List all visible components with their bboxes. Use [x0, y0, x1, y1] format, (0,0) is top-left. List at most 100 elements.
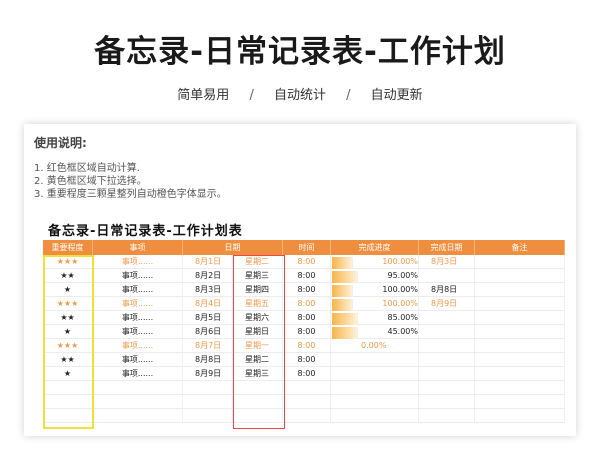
- progress-cell[interactable]: [331, 353, 419, 366]
- progress-cell[interactable]: 85.00%: [331, 311, 419, 325]
- time-cell[interactable]: 8:00: [283, 311, 331, 324]
- weekday-cell[interactable]: [233, 409, 283, 422]
- item-cell[interactable]: 事项......: [93, 325, 183, 338]
- done-date-cell[interactable]: 8月8日: [419, 283, 475, 296]
- done-date-cell[interactable]: [419, 367, 475, 380]
- note-cell[interactable]: [475, 367, 565, 380]
- note-cell[interactable]: [475, 353, 565, 366]
- item-cell[interactable]: 事项......: [93, 367, 183, 380]
- progress-cell[interactable]: 100.00%: [331, 255, 419, 269]
- weekday-cell[interactable]: [233, 381, 283, 394]
- done-date-cell[interactable]: [419, 269, 475, 282]
- time-cell[interactable]: 8:00: [283, 255, 331, 268]
- date-cell[interactable]: [183, 409, 233, 422]
- done-date-cell[interactable]: [419, 395, 475, 408]
- importance-cell[interactable]: ★: [43, 367, 93, 380]
- progress-cell[interactable]: [331, 409, 419, 422]
- time-cell[interactable]: [283, 381, 331, 394]
- weekday-cell[interactable]: 星期三: [233, 367, 283, 380]
- progress-cell[interactable]: [331, 367, 419, 380]
- weekday-cell[interactable]: [233, 395, 283, 408]
- item-cell[interactable]: 事项......: [93, 311, 183, 324]
- item-cell[interactable]: 事项......: [93, 339, 183, 352]
- note-cell[interactable]: [475, 381, 565, 394]
- importance-cell[interactable]: ★★★: [43, 255, 93, 268]
- importance-cell[interactable]: ★★★: [43, 297, 93, 310]
- done-date-cell[interactable]: 8月9日: [419, 297, 475, 310]
- done-date-cell[interactable]: [419, 409, 475, 422]
- item-cell[interactable]: [93, 409, 183, 422]
- importance-cell[interactable]: ★★: [43, 353, 93, 366]
- progress-cell[interactable]: [331, 381, 419, 394]
- time-cell[interactable]: [283, 395, 331, 408]
- weekday-cell[interactable]: 星期二: [233, 353, 283, 366]
- date-cell[interactable]: 8月1日: [183, 255, 233, 268]
- done-date-cell[interactable]: [419, 325, 475, 338]
- item-cell[interactable]: 事项......: [93, 255, 183, 268]
- progress-cell[interactable]: 45.00%: [331, 325, 419, 339]
- note-cell[interactable]: [475, 283, 565, 296]
- progress-cell[interactable]: 100.00%: [331, 297, 419, 311]
- date-cell[interactable]: 8月7日: [183, 339, 233, 352]
- importance-cell[interactable]: ★★★: [43, 339, 93, 352]
- importance-cell[interactable]: [43, 381, 93, 394]
- note-cell[interactable]: [475, 297, 565, 310]
- time-cell[interactable]: 8:00: [283, 339, 331, 352]
- progress-cell[interactable]: 0.00%: [331, 339, 419, 352]
- date-cell[interactable]: 8月5日: [183, 311, 233, 324]
- weekday-cell[interactable]: 星期六: [233, 311, 283, 324]
- item-cell[interactable]: 事项......: [93, 283, 183, 296]
- time-cell[interactable]: 8:00: [283, 367, 331, 380]
- weekday-cell[interactable]: 星期日: [233, 325, 283, 338]
- done-date-cell[interactable]: [419, 311, 475, 324]
- time-cell[interactable]: 8:00: [283, 269, 331, 282]
- importance-cell[interactable]: ★★: [43, 311, 93, 324]
- date-cell[interactable]: 8月3日: [183, 283, 233, 296]
- date-cell[interactable]: 8月4日: [183, 297, 233, 310]
- note-cell[interactable]: [475, 311, 565, 324]
- note-cell[interactable]: [475, 409, 565, 422]
- time-cell[interactable]: 8:00: [283, 283, 331, 296]
- item-cell[interactable]: [93, 395, 183, 408]
- item-cell[interactable]: 事项......: [93, 297, 183, 310]
- progress-cell[interactable]: 95.00%: [331, 269, 419, 283]
- item-cell[interactable]: 事项......: [93, 353, 183, 366]
- weekday-cell[interactable]: 星期一: [233, 339, 283, 352]
- date-cell[interactable]: [183, 381, 233, 394]
- importance-cell[interactable]: ★: [43, 325, 93, 338]
- table-row: ★ 事项...... 8月6日 星期日 8:00 45.00%: [43, 325, 565, 339]
- time-cell[interactable]: 8:00: [283, 297, 331, 310]
- date-cell[interactable]: 8月2日: [183, 269, 233, 282]
- date-cell[interactable]: 8月8日: [183, 353, 233, 366]
- note-cell[interactable]: [475, 325, 565, 338]
- item-cell[interactable]: [93, 381, 183, 394]
- importance-cell[interactable]: ★: [43, 283, 93, 296]
- date-cell[interactable]: [183, 395, 233, 408]
- weekday-cell[interactable]: 星期四: [233, 283, 283, 296]
- done-date-cell[interactable]: 8月3日: [419, 255, 475, 268]
- note-cell[interactable]: [475, 255, 565, 268]
- time-cell[interactable]: [283, 409, 331, 422]
- table-row: ★★★ 事项...... 8月4日 星期五 8:00 100.00% 8月9日: [43, 297, 565, 311]
- note-cell[interactable]: [475, 395, 565, 408]
- note-cell[interactable]: [475, 339, 565, 352]
- done-date-cell[interactable]: [419, 381, 475, 394]
- done-date-cell[interactable]: [419, 353, 475, 366]
- progress-cell[interactable]: 100.00%: [331, 283, 419, 297]
- date-cell[interactable]: 8月6日: [183, 325, 233, 338]
- time-cell[interactable]: 8:00: [283, 325, 331, 338]
- item-cell[interactable]: 事项......: [93, 269, 183, 282]
- weekday-cell[interactable]: 星期二: [233, 255, 283, 268]
- weekday-cell[interactable]: 星期五: [233, 297, 283, 310]
- progress-cell[interactable]: [331, 395, 419, 408]
- time-cell[interactable]: 8:00: [283, 353, 331, 366]
- date-cell[interactable]: 8月9日: [183, 367, 233, 380]
- done-date-cell[interactable]: [419, 339, 475, 352]
- weekday-cell[interactable]: 星期三: [233, 269, 283, 282]
- progress-bar: [332, 270, 359, 283]
- importance-cell[interactable]: ★★: [43, 269, 93, 282]
- importance-cell[interactable]: [43, 395, 93, 408]
- importance-cell[interactable]: [43, 409, 93, 422]
- note-cell[interactable]: [475, 269, 565, 282]
- progress-bar: [332, 326, 359, 339]
